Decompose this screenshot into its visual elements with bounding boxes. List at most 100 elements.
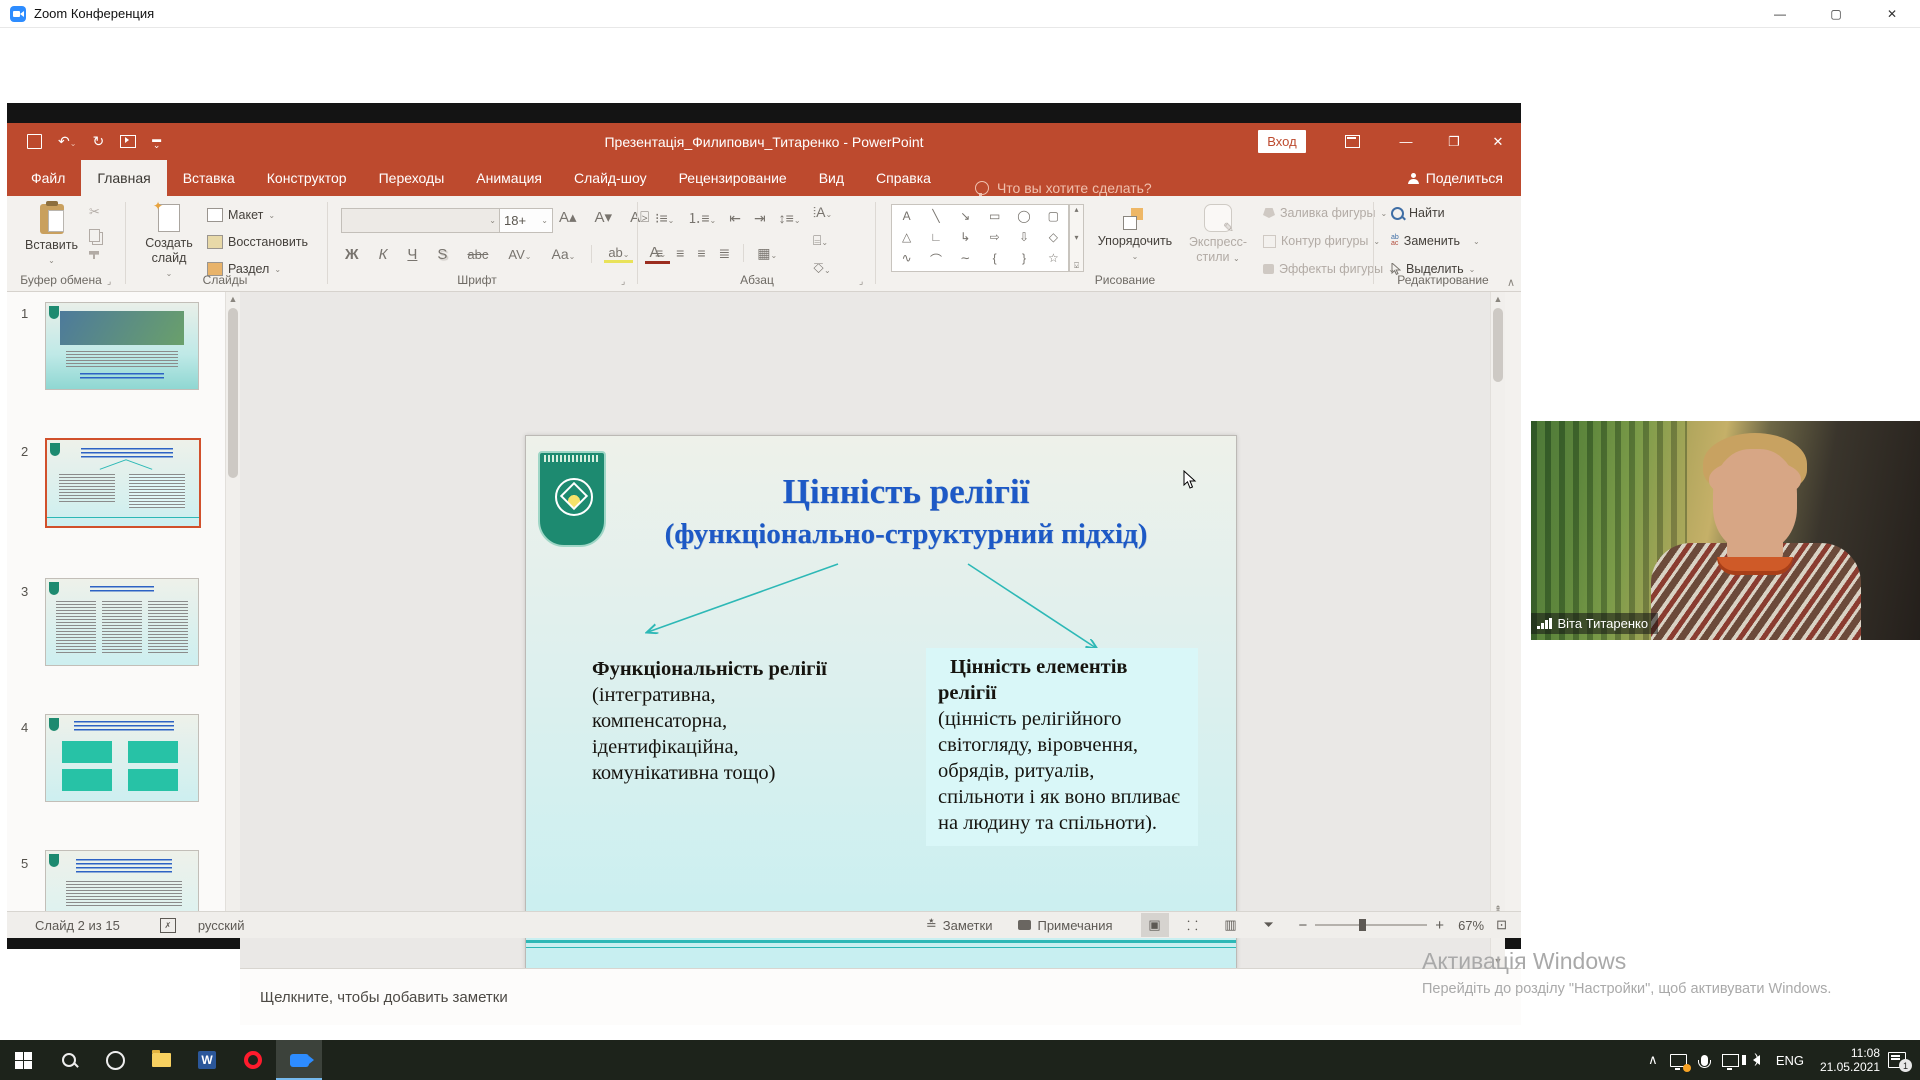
bold-button[interactable]: Ж (341, 246, 363, 263)
powerpoint-restore-button[interactable]: ❐ (1431, 123, 1477, 160)
text-direction-icon[interactable]: ⦙A⌄ (813, 204, 832, 221)
slideshow-view-button[interactable]: ⏷ (1255, 913, 1283, 937)
powerpoint-close-button[interactable]: ✕ (1475, 123, 1521, 160)
text-shadow-button[interactable]: S (433, 246, 451, 263)
replace-button[interactable]: abac Заменить⌄ (1391, 234, 1480, 248)
tray-chevron-icon[interactable]: ∧ (1640, 1040, 1666, 1080)
tab-home[interactable]: Главная (81, 160, 166, 196)
zoom-slider-thumb[interactable] (1359, 919, 1366, 931)
line-spacing-icon[interactable]: ↕≡⌄ (779, 210, 801, 226)
shapes-scroll-up-icon[interactable]: ▴ (1074, 205, 1078, 214)
slide-scroll-up-icon[interactable]: ▲ (1491, 294, 1505, 304)
paste-button[interactable]: Вставить⌄ (25, 204, 78, 268)
align-text-icon[interactable]: ⌸⌄ (813, 232, 828, 249)
save-icon[interactable] (27, 134, 42, 149)
notes-pane[interactable]: Щелкните, чтобы добавить заметки (240, 968, 1521, 1025)
tab-animations[interactable]: Анимация (460, 160, 558, 196)
word-button[interactable]: W (184, 1040, 230, 1080)
powerpoint-minimize-button[interactable]: — (1383, 123, 1429, 160)
quick-styles-button[interactable]: Экспресс- стили ⌄ (1179, 204, 1257, 266)
clear-formatting-icon[interactable]: А⍄ (626, 209, 653, 226)
spellcheck-icon[interactable]: ✗ (160, 918, 176, 933)
slide-thumbnail-4[interactable] (45, 714, 199, 802)
zoom-level[interactable]: 67% (1458, 918, 1484, 933)
increase-font-icon[interactable]: А▴ (555, 208, 581, 226)
zoom-app-button[interactable] (276, 1040, 322, 1080)
zoom-slider[interactable] (1315, 924, 1427, 926)
underline-button[interactable]: Ч (403, 246, 421, 263)
copy-icon[interactable] (89, 229, 100, 242)
start-slideshow-icon[interactable] (120, 135, 136, 148)
arrange-button[interactable]: Упорядочить⌄ (1093, 204, 1177, 264)
font-size-combo[interactable]: 18+⌄ (499, 208, 553, 233)
numbering-icon[interactable]: ⒈≡⌄ (687, 208, 716, 228)
reading-view-button[interactable]: ▥ (1217, 913, 1245, 937)
zoom-out-button[interactable]: − (1299, 917, 1308, 934)
file-explorer-button[interactable] (138, 1040, 184, 1080)
tab-review[interactable]: Рецензирование (663, 160, 803, 196)
left-text-block[interactable]: Функціональність релігії (інтегративна, … (592, 656, 892, 786)
slide-sorter-view-button[interactable]: ⸬ (1179, 913, 1207, 937)
slide-thumbnail-3[interactable] (45, 578, 199, 666)
zoom-close-button[interactable]: ✕ (1864, 0, 1920, 27)
new-slide-button[interactable]: ✦ Создать слайд⌄ (137, 204, 201, 281)
font-dialog-launcher[interactable]: ⌟ (621, 276, 625, 287)
tab-insert[interactable]: Вставка (167, 160, 251, 196)
language-indicator[interactable]: русский (198, 918, 245, 933)
justify-icon[interactable]: ≣ (719, 245, 731, 262)
format-painter-icon[interactable] (89, 251, 99, 259)
microphone-icon[interactable] (1692, 1040, 1718, 1080)
volume-icon[interactable] (1744, 1040, 1770, 1080)
slide-scrollbar[interactable]: ▲ ⇞ ⇟ ▼ (1490, 292, 1505, 968)
thumbnail-scrollbar[interactable]: ▲ ▼ (225, 292, 240, 936)
comments-toggle[interactable]: Примечания (1018, 918, 1112, 933)
clock[interactable]: 11:08 21.05.2021 (1820, 1046, 1880, 1074)
normal-view-button[interactable]: ▣ (1141, 913, 1169, 937)
align-left-icon[interactable]: ≡ (655, 245, 663, 261)
tab-help[interactable]: Справка (860, 160, 947, 196)
fit-to-window-icon[interactable]: ⊡ (1496, 917, 1507, 933)
zoom-minimize-button[interactable]: — (1752, 0, 1808, 27)
columns-icon[interactable]: ▦⌄ (757, 245, 777, 262)
tab-view[interactable]: Вид (803, 160, 860, 196)
tab-design[interactable]: Конструктор (251, 160, 363, 196)
clipboard-dialog-launcher[interactable]: ⌟ (107, 276, 111, 287)
action-center-icon[interactable]: 1 (1888, 1052, 1906, 1068)
share-button[interactable]: Поделиться (1408, 160, 1503, 196)
customize-qat-icon[interactable]: ▬⌄ (152, 136, 161, 148)
cut-icon[interactable]: ✂ (89, 204, 100, 220)
slide-canvas[interactable]: Цінність релігії (функціонально-структур… (525, 435, 1237, 970)
character-spacing-button[interactable]: AV⌄ (504, 247, 535, 262)
bullets-icon[interactable]: ⁝≡⌄ (655, 210, 674, 227)
align-right-icon[interactable]: ≡ (697, 245, 705, 261)
tab-file[interactable]: Файл (15, 160, 81, 196)
undo-icon[interactable]: ↶⌄ (58, 133, 76, 150)
shape-fill-button[interactable]: Заливка фигуры⌄ (1263, 206, 1387, 220)
zoom-maximize-button[interactable]: ▢ (1808, 0, 1864, 27)
increase-indent-icon[interactable]: ⇥ (754, 210, 766, 227)
opera-button[interactable] (230, 1040, 276, 1080)
decrease-font-icon[interactable]: А▾ (591, 208, 617, 226)
decrease-indent-icon[interactable]: ⇤ (729, 210, 741, 227)
shapes-scroll-down-icon[interactable]: ▾ (1074, 233, 1078, 242)
highlight-color-button[interactable]: ab⌄ (604, 245, 633, 263)
language-indicator[interactable]: ENG (1770, 1040, 1810, 1080)
scroll-up-icon[interactable]: ▲ (226, 294, 240, 304)
start-button[interactable] (0, 1040, 46, 1080)
shape-outline-button[interactable]: Контур фигуры⌄ (1263, 234, 1380, 248)
zoom-in-button[interactable]: + (1435, 917, 1444, 934)
shapes-gallery[interactable]: A╲↘▭◯▢ △∟↳⇨⇩◇ ∿⌒∼{}☆ (891, 204, 1069, 272)
shapes-more-icon[interactable]: ⍌ (1074, 261, 1079, 271)
reset-button[interactable]: Восстановить (207, 235, 308, 249)
change-case-button[interactable]: Aa⌄ (547, 246, 579, 262)
tab-transitions[interactable]: Переходы (363, 160, 461, 196)
network-icon[interactable] (1718, 1040, 1744, 1080)
collapse-ribbon-icon[interactable]: ∧ (1507, 276, 1515, 289)
participant-video-tile[interactable]: Віта Титаренко (1531, 421, 1920, 640)
right-text-block[interactable]: Цінність елементів релігії (цінність рел… (926, 648, 1198, 846)
italic-button[interactable]: К (375, 246, 392, 263)
search-button[interactable] (46, 1040, 92, 1080)
align-center-icon[interactable]: ≡ (676, 245, 684, 261)
font-name-combo[interactable]: ⌄ (341, 208, 501, 233)
strikethrough-button[interactable]: abc (463, 247, 492, 262)
